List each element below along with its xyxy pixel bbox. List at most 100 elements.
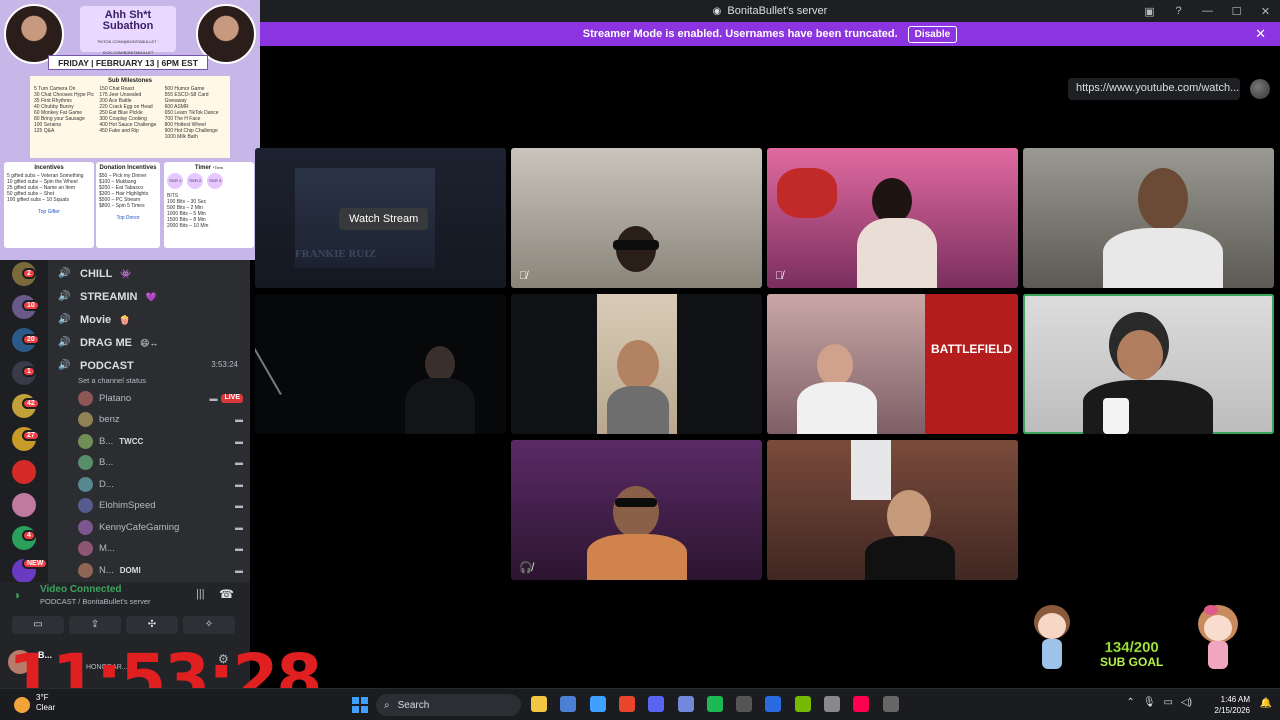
video-tile-6[interactable]: BATTLEFIELD [767,294,1018,434]
voice-channel[interactable]: 🔊 PODCAST [58,356,134,376]
volume-icon[interactable]: ◁) [1181,697,1192,708]
disconnect-icon[interactable]: ☎ [219,587,234,601]
app-icon[interactable] [824,696,840,712]
noise-suppression-icon[interactable]: ||| [196,588,205,600]
member-name: benz [99,414,120,425]
clock-date: 2/15/2026 [1214,706,1250,715]
voice-member[interactable]: N... DOMI ▬ [78,560,243,580]
windows-start-icon[interactable] [352,697,368,713]
voice-member[interactable]: B... ▬ [78,453,243,473]
voice-member[interactable]: Platano ▬ LIVE [78,388,243,408]
server-icon[interactable] [12,460,36,484]
donation-box: Donation Incentives $50 – Pick my Dinner… [96,162,160,248]
network-icon[interactable]: ▭ [1164,697,1173,708]
incentives-footer: Top Gifter [38,209,60,215]
voice-status: Video Connected [40,584,122,595]
channel-list: 🔊 CHILL 👾 🔊 STREAMIN 💜 🔊 Movie 🍿 🔊 DRAG ME 😄↔ 🔊 PODCA… [48,260,250,582]
weather-widget[interactable]: 3°F Clear [36,693,55,713]
milestone-item: 450 Fake and Rip [99,128,139,134]
server-badge: 10 [22,300,40,311]
avatar [78,412,93,427]
taskbar-search[interactable]: ⌕ Search [376,694,521,716]
weather-condition: Clear [36,703,56,712]
notification-bell-icon[interactable]: 🔔 [1260,698,1272,709]
server-badge: 42 [22,398,40,409]
voice-member[interactable]: KennyCafeGaming ▬ [78,517,243,537]
milestones-col-1: 5 Turn Camera On 30 Chat Chooses Hype Pic… [34,86,95,140]
member-status-icons: ▬ [235,458,243,467]
weather-temp: 3°F [36,693,49,702]
member-name: ElohimSpeed [99,500,156,511]
avatar [78,476,93,492]
copilot-icon[interactable] [560,696,577,712]
screen-share-icon[interactable]: ⇪ [69,616,121,634]
store-icon[interactable] [589,696,606,712]
chrome-icon[interactable] [618,696,635,712]
voice-member[interactable]: D... ▬ [78,474,243,494]
voice-location[interactable]: PODCAST / BonitaBullet's server [40,597,151,606]
avatar [78,519,93,535]
obs-icon[interactable] [882,696,899,712]
incentives-list: 5 gifted subs – Veteran Something 10 gift… [7,173,91,203]
video-tile-3[interactable]: 🎙̸ [767,148,1018,288]
epic-games-icon[interactable] [736,696,753,712]
overlay-title-line2: Subathon [102,20,154,32]
video-tile-speaking[interactable] [1023,294,1274,434]
voice-channel[interactable]: 🔊 Movie 🍿 [58,310,130,330]
close-banner-icon[interactable]: ✕ [1255,26,1266,42]
voice-member[interactable]: benz ▬ [78,410,243,430]
member-name: KennyCafeGaming [99,521,180,533]
video-tile-dark-room[interactable] [255,294,506,434]
voice-channel[interactable]: 🔊 DRAG ME 😄↔ [58,333,158,353]
channel-status[interactable]: Set a channel status [78,376,146,385]
voice-channel[interactable]: 🔊 STREAMIN 💜 [58,287,157,307]
close-icon[interactable]: ✕ [1251,5,1280,18]
mic-icon[interactable]: 🎙 [1143,697,1156,708]
member-name: D... [99,478,114,490]
watch-stream-button[interactable]: Watch Stream [339,208,429,230]
file-explorer-icon[interactable] [531,696,547,712]
system-tray: ⌃ 🎙 ▭ ◁) [1126,697,1192,708]
discord-icon[interactable] [648,696,665,712]
screen: Ahh Sh*t Subathon TIKTOK.COM/@BONITABULL… [0,0,1280,720]
nvidia-icon[interactable] [794,696,811,712]
tray-chevron-icon[interactable]: ⌃ [1126,697,1134,708]
video-tile-2[interactable]: 🎙̸ [511,148,762,288]
voice-member[interactable]: B... TWCC ▬ [78,431,243,451]
discord-icon: ◉ [712,5,722,17]
spotify-icon[interactable] [706,696,723,712]
activity-icon[interactable]: ✣ [126,616,178,634]
milestones-col-3: 500 Humor Game 555 ESCO-S8 Card Giveaway 6… [165,86,226,140]
disable-streamer-mode-button[interactable]: Disable [907,25,958,43]
stream-preview-tile[interactable]: FRANKIE RUIZ Watch Stream [255,148,506,288]
voice-channel[interactable]: 🔊 CHILL 👾 [58,264,132,284]
tiktok-icon[interactable] [853,696,870,712]
server-icon[interactable] [12,493,36,517]
activity-avatar[interactable] [1250,79,1270,99]
help-icon[interactable]: ? [1164,5,1193,17]
video-tile-5[interactable] [511,294,762,434]
video-tile-9[interactable] [767,440,1018,580]
camera-icon[interactable]: ▭ [12,616,64,634]
clock[interactable]: 1:46 AM 2/15/2026 [1214,694,1250,716]
channel-name: STREAMIN [80,291,138,303]
video-tile-8[interactable]: 🎧̸ [511,440,762,580]
minimize-icon[interactable]: — [1193,5,1222,17]
soundboard-icon[interactable]: ✧ [183,616,235,634]
video-tile-4[interactable] [1023,148,1274,288]
member-tag: TWCC [119,436,144,446]
poster-title: FRANKIE RUIZ [295,248,376,260]
voice-member[interactable]: ElohimSpeed ▬ [78,496,243,516]
window-controls: ▣? — ☐ ✕ [1135,0,1280,22]
activity-url-chip[interactable]: https://www.youtube.com/watch... [1068,78,1240,100]
voice-member[interactable]: M... ▬ [78,539,243,559]
channel-emoji: 👾 [120,268,132,279]
member-name: B... [99,457,114,468]
game-icon[interactable] [677,696,694,712]
edge-icon[interactable] [765,696,782,712]
member-name: Platano [99,392,132,404]
inbox-icon[interactable]: ▣ [1135,5,1164,18]
member-status-icons: ▬ [235,437,243,446]
camera-icon: ▬ [235,415,243,424]
maximize-icon[interactable]: ☐ [1222,5,1251,18]
